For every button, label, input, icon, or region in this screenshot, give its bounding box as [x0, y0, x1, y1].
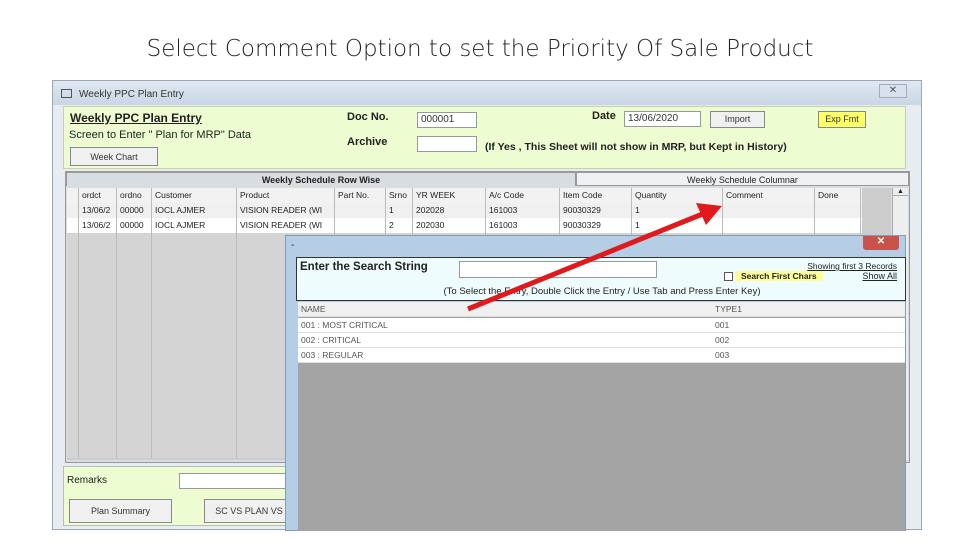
arrow-shaft — [467, 210, 706, 312]
annotation-arrow — [467, 203, 722, 312]
